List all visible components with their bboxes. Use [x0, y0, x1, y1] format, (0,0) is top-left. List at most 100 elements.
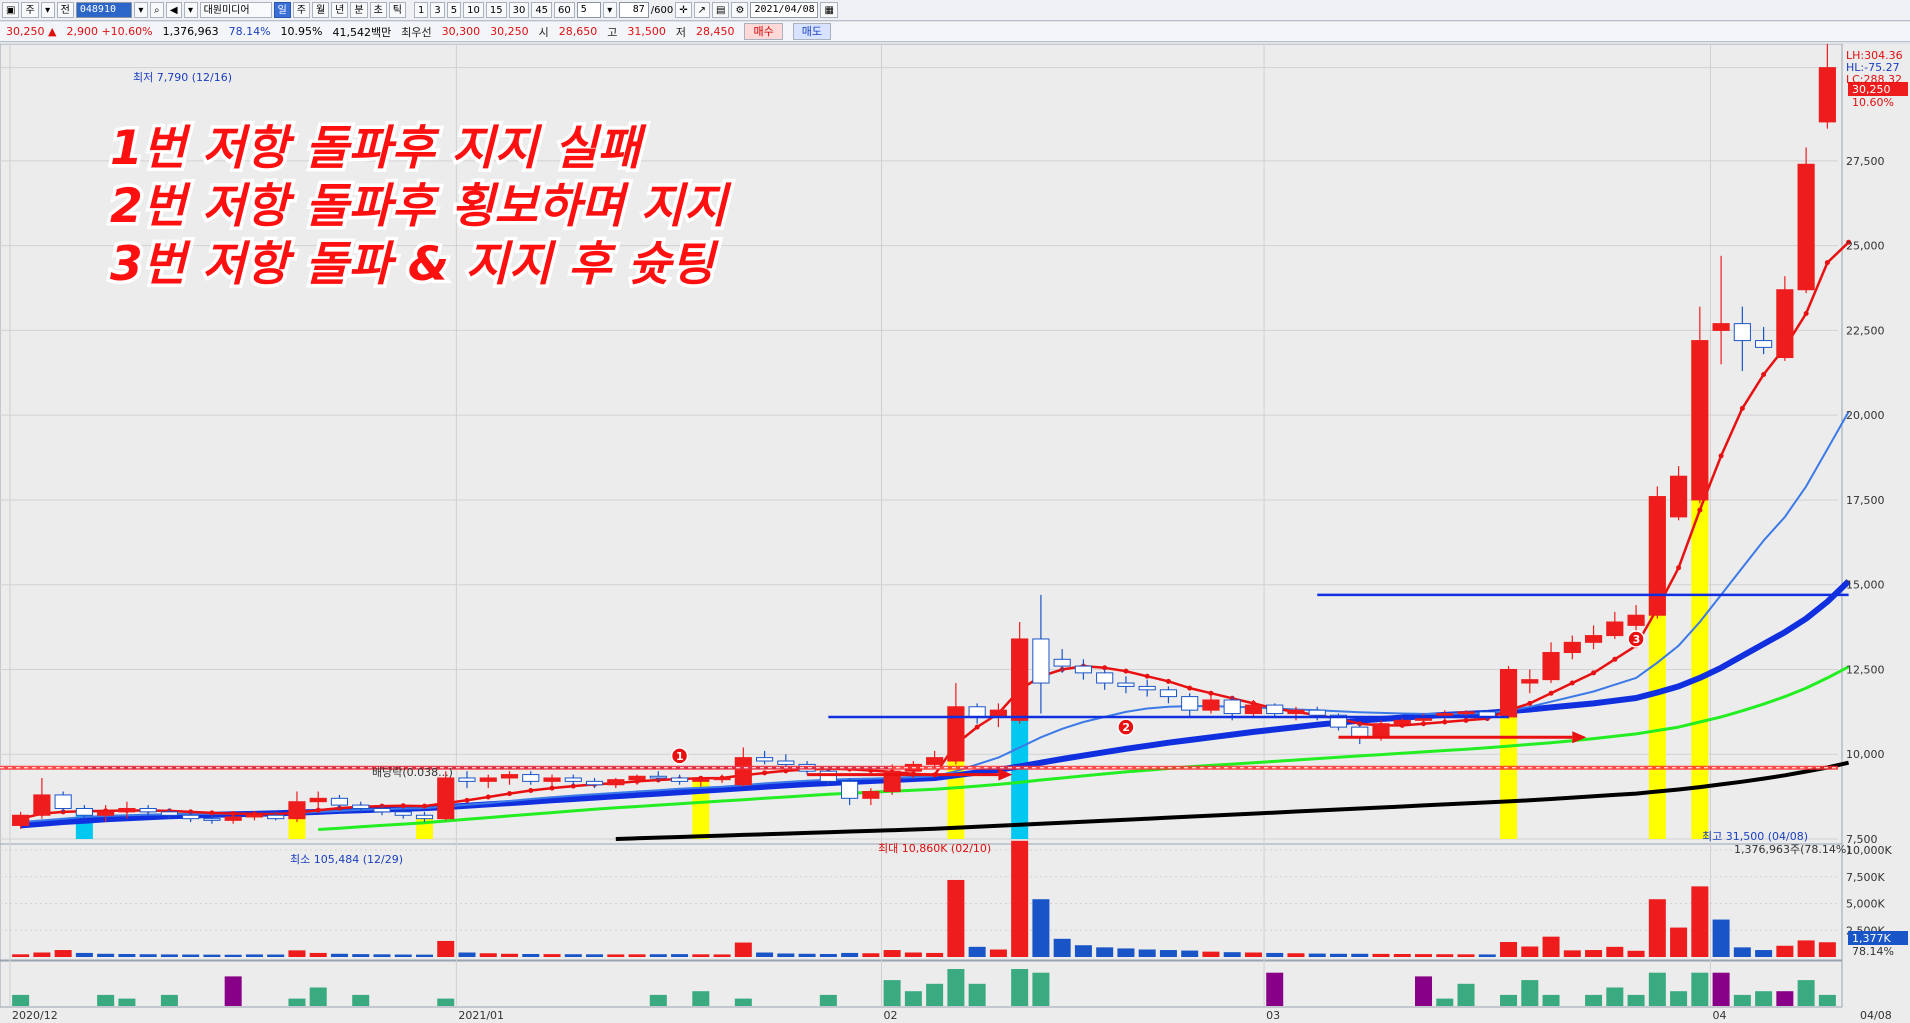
chevron-down-icon[interactable]: ▾ [183, 2, 198, 18]
volume-bar [1415, 954, 1433, 957]
minute-1[interactable]: 1 [413, 2, 429, 18]
volume-bar [862, 953, 880, 957]
candle-body [1457, 711, 1475, 715]
candle-body [564, 777, 582, 782]
period-week[interactable]: 주 [292, 2, 310, 18]
ma-short-line-point [1463, 717, 1469, 723]
volume-bar [1436, 954, 1454, 957]
high-label: 고 [607, 25, 618, 39]
candle-body [1372, 723, 1390, 738]
volume-bar [267, 954, 285, 957]
candle-body [734, 757, 752, 786]
volume-bar [479, 953, 497, 957]
gear-icon[interactable]: ⚙ [731, 2, 749, 18]
volume-bar [1670, 927, 1688, 957]
candle-body [1393, 719, 1411, 725]
period-month[interactable]: 월 [311, 2, 330, 18]
ma-short-line-point [974, 724, 980, 730]
interval-input[interactable]: 5 [576, 2, 601, 18]
ma-short-line-point [209, 810, 215, 816]
market-select[interactable]: 주 [21, 2, 39, 18]
period-year[interactable]: 년 [331, 2, 349, 18]
ma-short-line-point [485, 794, 491, 800]
minute-45[interactable]: 45 [531, 2, 553, 18]
indicator-bar [288, 998, 306, 1006]
candle-body [75, 807, 93, 816]
save-icon[interactable]: ▤ [712, 2, 730, 18]
volume-bar [1563, 950, 1581, 957]
ma-short-line-point [507, 791, 513, 797]
calendar-icon[interactable]: ▦ [820, 2, 838, 18]
volume-bar [1266, 952, 1284, 957]
candle-body [1521, 679, 1539, 684]
candle-body [479, 777, 497, 782]
ma-short-line-point [528, 788, 534, 794]
volume-bar [1691, 886, 1709, 957]
minute-30[interactable]: 30 [508, 2, 530, 18]
period-second[interactable]: 초 [369, 2, 387, 18]
best-bid: 30,250 [490, 25, 529, 38]
crosshair-icon[interactable]: ✛ [675, 2, 692, 18]
candle-body [394, 811, 412, 816]
indicator-bar [118, 998, 136, 1006]
period-tick[interactable]: 틱 [388, 2, 406, 18]
volume-bar [54, 950, 72, 957]
candle-body [1648, 496, 1666, 616]
sell-button[interactable]: 매도 [792, 23, 831, 40]
chevron-down-icon[interactable]: ▾ [133, 2, 148, 18]
turnover-rate: 10.95% [280, 25, 323, 38]
candle-body [1776, 289, 1794, 359]
draw-tool-icon[interactable]: ↗ [693, 2, 711, 18]
indicator-bar [1733, 994, 1751, 1006]
search-icon[interactable]: ⌕ [149, 2, 164, 18]
candle-body [1074, 665, 1092, 674]
volume-tag-label: 1,377K [1852, 932, 1891, 945]
minute-3[interactable]: 3 [430, 2, 445, 18]
candle-body [1308, 709, 1326, 716]
volume-bar [139, 954, 157, 957]
indicator-bar [1691, 972, 1709, 1006]
layout-icon[interactable]: ▣ [2, 2, 20, 18]
minute-60[interactable]: 60 [554, 2, 575, 18]
candle-body [1053, 658, 1071, 667]
indicator-bar [160, 994, 178, 1006]
minute-10[interactable]: 10 [463, 2, 484, 18]
indicator-bar [1627, 994, 1645, 1006]
open-label: 시 [538, 25, 549, 39]
volume-bar [33, 952, 51, 957]
count-input[interactable]: 87 [618, 2, 649, 18]
chevron-down-icon[interactable]: ▾ [602, 2, 617, 18]
volume-bar [1202, 951, 1220, 957]
volume-bar [118, 954, 136, 957]
speaker-icon[interactable]: ◀︎ [165, 2, 182, 18]
y-tick-label: 12,500 [1846, 663, 1885, 676]
ma-short-line-point [1803, 310, 1809, 316]
period-day[interactable]: 일 [273, 2, 291, 18]
stock-code-input[interactable]: 048910 [75, 2, 132, 18]
candle-body [12, 814, 30, 826]
volume-bar [1755, 950, 1773, 957]
prefix-button[interactable]: 전 [56, 2, 74, 18]
price-change: 2,900 +10.60% [66, 25, 153, 38]
current-price: 30,250 ▲ [6, 25, 57, 38]
candle-body [862, 791, 880, 799]
indicator-bar [309, 987, 327, 1006]
date-input[interactable]: 2021/04/08 [750, 2, 819, 18]
period-minute[interactable]: 분 [350, 2, 368, 18]
candle-body [33, 794, 51, 816]
quote-bar: 30,250 ▲ 2,900 +10.60% 1,376,963 78.14% … [0, 22, 1910, 42]
volume-bar [989, 949, 1007, 957]
minute-5[interactable]: 5 [446, 2, 462, 18]
minute-15[interactable]: 15 [485, 2, 507, 18]
ma-short-line-point [1548, 690, 1554, 696]
indicator-bar [1521, 980, 1539, 1006]
candle-body [139, 807, 157, 813]
volume-bar [182, 954, 200, 957]
y-tick-label: 22,500 [1846, 324, 1885, 337]
buy-button[interactable]: 매수 [744, 23, 783, 40]
volume-bar [564, 954, 582, 957]
indicator-bar [1670, 991, 1688, 1006]
price-chart[interactable]: 123 7,50010,00012,50015,00017,50020,0002… [0, 44, 1910, 1023]
indicator-bar [1032, 972, 1050, 1006]
chevron-down-icon[interactable]: ▾ [40, 2, 55, 18]
